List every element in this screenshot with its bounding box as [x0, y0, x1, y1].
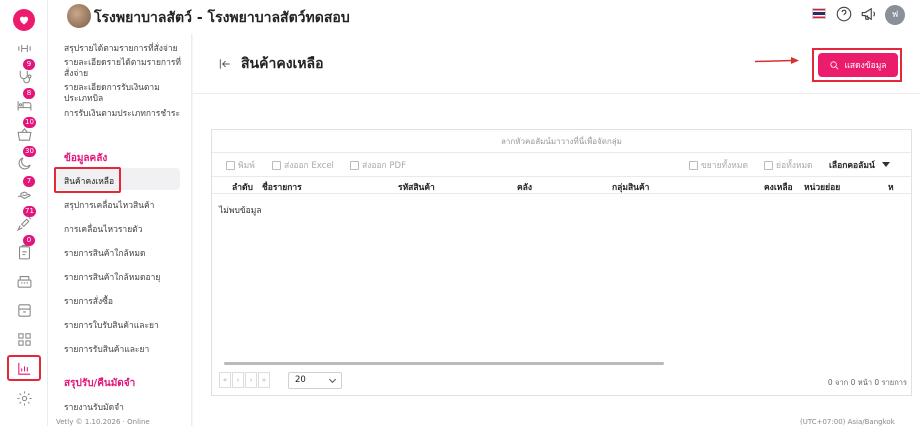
rail-badge: 30: [23, 146, 36, 157]
export-excel-button[interactable]: ส่งออก Excel: [272, 158, 334, 172]
menu-item[interactable]: รายละเอียดการรับเงินตามประเภทบิล: [64, 83, 184, 105]
report-chart-icon[interactable]: [7, 355, 41, 381]
box-icon[interactable]: [14, 300, 34, 320]
data-grid: ลากหัวคอลัมน์มาวางที่นี่เพื่อจัดกลุ่ม พิ…: [211, 129, 912, 396]
menu-item[interactable]: รายการใบรับสินค้าและยา: [64, 318, 159, 332]
column-header[interactable]: ชื่อรายการ: [262, 180, 302, 194]
menu-item[interactable]: รายงานรับมัดจำ: [64, 400, 124, 414]
export-pdf-button[interactable]: ส่งออก PDF: [350, 158, 406, 172]
footer-version: Vetly © 1.10.2026 · Online: [56, 418, 150, 426]
menu-item[interactable]: สรุปรายได้ตามรายการที่สั่งจ่าย: [64, 44, 184, 55]
menu-section-deposit: สรุปรับ/คืนมัดจำ: [64, 378, 136, 389]
menu-top-items: สรุปรายได้ตามรายการที่สั่งจ่าย รายละเอีย…: [64, 44, 184, 120]
collapse-all-label: ย่อทั้งหมด: [776, 161, 813, 171]
apps-icon[interactable]: [14, 329, 34, 349]
menu-item[interactable]: รายการสั่งซื้อ: [64, 294, 113, 308]
column-header[interactable]: ลำดับ: [232, 180, 253, 194]
export-excel-label: ส่งออก Excel: [284, 161, 334, 171]
grid-header-row: ลำดับ ชื่อรายการ รหัสสินค้า คลัง กลุ่มสิ…: [212, 176, 911, 194]
column-header[interactable]: หน่วยย่อย: [804, 180, 840, 194]
rail-badge: 0: [23, 235, 35, 246]
rail-badge: 7: [23, 176, 35, 187]
horizontal-scrollbar[interactable]: [224, 362, 664, 365]
menu-section-inventory: ข้อมูลคลัง: [64, 153, 108, 164]
syringe-icon[interactable]: 71: [14, 206, 36, 233]
expand-icon: [689, 160, 698, 170]
grid-toolbar: พิมพ์ ส่งออก Excel ส่งออก PDF ขยายทั้งหม…: [212, 153, 911, 175]
pdf-icon: [350, 160, 359, 170]
group-by-panel[interactable]: ลากหัวคอลัมน์มาวางที่นี่เพื่อจัดกลุ่ม: [212, 130, 911, 153]
no-data-message: ไม่พบข้อมูล: [219, 206, 262, 216]
column-header[interactable]: ห: [888, 180, 894, 194]
chevron-down-icon: [328, 375, 337, 384]
clipboard-icon[interactable]: 0: [14, 235, 35, 262]
main-content: สินค้าคงเหลือ แสดงข้อมูล ลากหัวคอลัมน์มา…: [193, 34, 920, 426]
thai-flag-icon[interactable]: [812, 8, 826, 19]
menu-item-stock-balance[interactable]: สินค้าคงเหลือ: [64, 174, 114, 188]
basket-icon[interactable]: 10: [14, 117, 36, 144]
print-button[interactable]: พิมพ์: [226, 158, 255, 172]
expand-all-label: ขยายทั้งหมด: [701, 161, 749, 171]
menu-item[interactable]: รายการรับสินค้าและยา: [64, 342, 149, 356]
user-avatar[interactable]: ฟ: [885, 5, 905, 25]
printer-icon: [226, 160, 235, 170]
collapse-icon: [764, 160, 773, 170]
page-title: สินค้าคงเหลือ: [241, 56, 324, 72]
footer-timezone: (UTC+07:00) Asia/Bangkok: [800, 418, 895, 426]
excel-icon: [272, 160, 281, 170]
hospital-avatar: [67, 4, 91, 28]
megaphone-icon[interactable]: [860, 5, 878, 23]
icon-rail: 9 8 10 30 7 71 0: [0, 0, 48, 426]
rail-badge: 71: [23, 206, 36, 217]
help-icon[interactable]: [835, 5, 853, 23]
top-header: โรงพยาบาลสัตว์ - โรงพยาบาลสัตว์ทดสอบ ฟ: [48, 0, 920, 34]
column-header[interactable]: กลุ่มสินค้า: [612, 180, 649, 194]
column-chooser[interactable]: เลือกคอลัมน์: [829, 158, 875, 172]
export-pdf-label: ส่งออก PDF: [362, 161, 406, 171]
column-header[interactable]: คลัง: [517, 180, 532, 194]
bed-icon[interactable]: 8: [14, 88, 35, 115]
cash-register-icon[interactable]: [14, 271, 34, 291]
menu-item[interactable]: รายละเอียดรายได้ตามรายการที่สั่งจ่าย: [64, 58, 184, 80]
expand-all-button[interactable]: ขยายทั้งหมด: [689, 158, 748, 172]
rail-badge: 10: [23, 117, 36, 128]
page-size-select[interactable]: 20: [288, 372, 342, 389]
chevron-down-icon[interactable]: [882, 162, 890, 167]
column-header[interactable]: รหัสสินค้า: [398, 180, 435, 194]
menu-item[interactable]: การรับเงินตามประเภทการชำระ: [64, 109, 184, 120]
moon-icon[interactable]: 30: [14, 146, 36, 173]
column-header[interactable]: คงเหลือ: [764, 180, 793, 194]
settings-gear-icon[interactable]: [14, 388, 34, 408]
dumbbell-icon[interactable]: [14, 38, 34, 58]
prev-page-button[interactable]: ‹: [232, 372, 244, 388]
last-page-button[interactable]: »: [258, 372, 270, 388]
pager-info: 0 จาก 0 หน้า 0 รายการ: [827, 378, 907, 387]
page-header: สินค้าคงเหลือ แสดงข้อมูล: [193, 34, 920, 94]
search-icon: [830, 60, 839, 69]
pager-buttons: « ‹ › »: [219, 372, 271, 390]
menu-item[interactable]: การเคลื่อนไหวรายตัว: [64, 222, 142, 236]
menu-item[interactable]: รายการสินค้าใกล้หมด: [64, 246, 146, 260]
show-data-label: แสดงข้อมูล: [844, 61, 887, 71]
menu-item[interactable]: สรุปการเคลื่อนไหวสินค้า: [64, 198, 154, 212]
page-size-value: 20: [295, 375, 306, 385]
collapse-back-icon[interactable]: [218, 56, 232, 70]
first-page-button[interactable]: «: [219, 372, 231, 388]
rail-badge: 9: [23, 59, 35, 70]
rail-badge: 8: [23, 88, 35, 99]
next-page-button[interactable]: ›: [245, 372, 257, 388]
report-menu: สรุปรายได้ตามรายการที่สั่งจ่าย รายละเอีย…: [48, 34, 192, 426]
print-label: พิมพ์: [238, 161, 255, 171]
stethoscope-icon[interactable]: 9: [14, 59, 35, 86]
hospital-name[interactable]: โรงพยาบาลสัตว์ - โรงพยาบาลสัตว์ทดสอบ: [94, 7, 350, 29]
app-window: 9 8 10 30 7 71 0 โรงพยาบาลสัตว์ - โรงพยา…: [0, 0, 920, 426]
show-data-button[interactable]: แสดงข้อมูล: [818, 53, 898, 77]
hand-icon[interactable]: 7: [14, 176, 35, 203]
logo-heart-icon[interactable]: [13, 9, 35, 31]
annotation-arrow-icon: [755, 57, 799, 64]
collapse-all-button[interactable]: ย่อทั้งหมด: [764, 158, 813, 172]
menu-item[interactable]: รายการสินค้าใกล้หมดอายุ: [64, 270, 160, 284]
